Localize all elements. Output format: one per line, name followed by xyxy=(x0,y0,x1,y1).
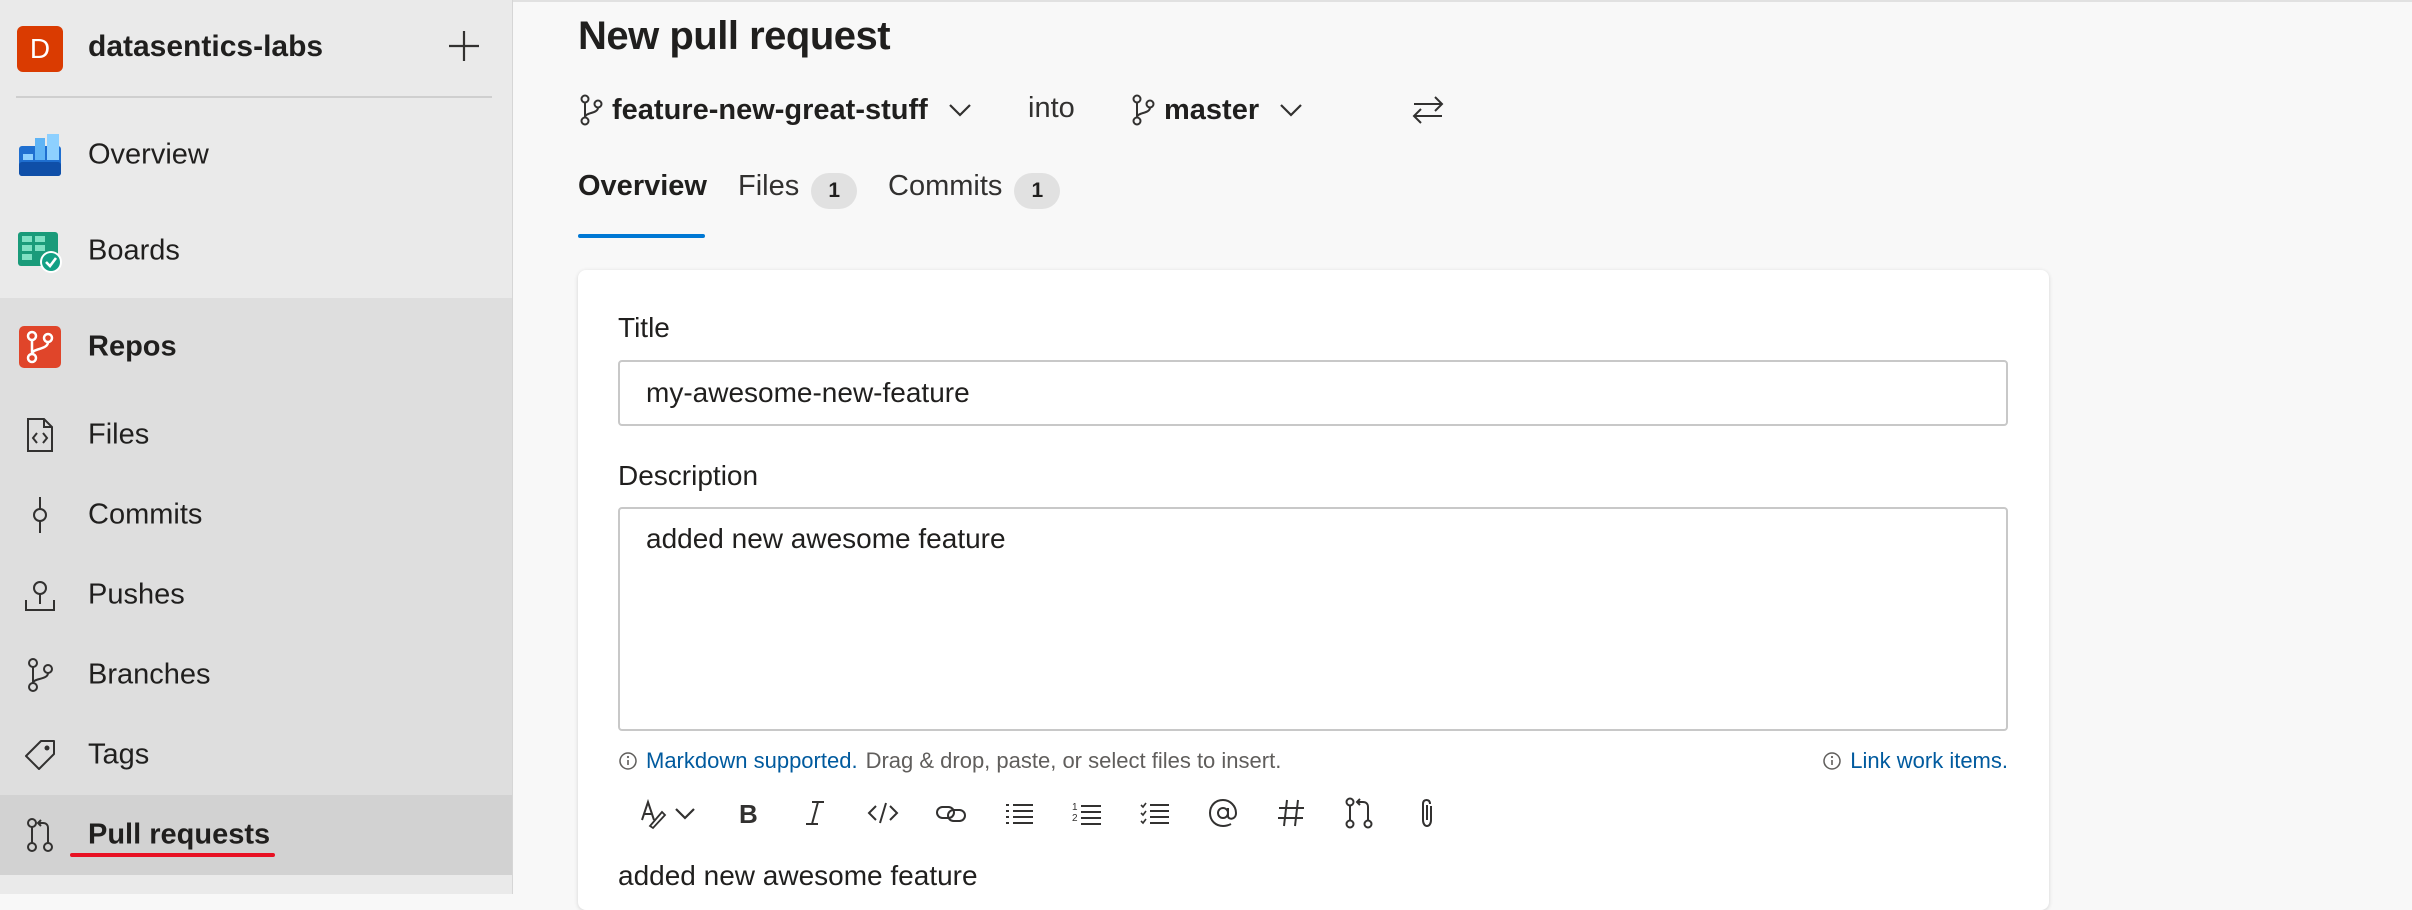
info-icon xyxy=(1823,752,1842,770)
svg-text:B: B xyxy=(739,799,758,829)
page-title: New pull request xyxy=(578,14,891,58)
info-icon xyxy=(619,752,637,770)
target-branch-dropdown[interactable]: master xyxy=(1130,90,1305,130)
tab-commits[interactable]: Commits 1 xyxy=(888,170,1061,238)
title-label: Title xyxy=(618,312,670,343)
link-work-items-link[interactable]: Link work items. xyxy=(1850,748,2008,774)
nav-label: Boards xyxy=(88,234,180,267)
nav-item-tags[interactable]: Tags xyxy=(0,715,512,795)
branch-selector-row: feature-new-great-stuff into master xyxy=(578,90,1478,130)
nav-item-branches[interactable]: Branches xyxy=(0,635,512,715)
source-branch-name: feature-new-great-stuff xyxy=(612,93,928,126)
branch-icon xyxy=(1132,94,1155,126)
chevron-down-icon xyxy=(949,104,971,117)
tab-label: Files xyxy=(738,170,800,202)
into-label: into xyxy=(1028,92,1075,124)
nav-item-repos[interactable]: Repos xyxy=(0,307,512,387)
bold-icon[interactable]: B xyxy=(722,788,772,838)
selected-indicator xyxy=(70,853,275,857)
svg-text:1: 1 xyxy=(1072,802,1078,813)
boards-icon xyxy=(17,228,63,274)
organization-header: D datasentics-labs xyxy=(0,0,512,96)
nav-label: Overview xyxy=(88,138,209,171)
nav-label: Repos xyxy=(88,330,177,363)
tag-icon xyxy=(17,732,63,778)
description-label: Description xyxy=(618,460,759,491)
pull-request-form: Title Description added new awesome feat… xyxy=(578,270,2049,910)
active-tab-indicator xyxy=(578,234,705,238)
tab-label: Commits xyxy=(888,170,1003,202)
nav-item-pushes[interactable]: Pushes xyxy=(0,555,512,635)
nav-label: Commits xyxy=(88,498,203,531)
attachment-icon[interactable] xyxy=(1402,788,1452,838)
nav-item-overview[interactable]: Overview xyxy=(0,115,512,195)
nav-item-boards[interactable]: Boards xyxy=(0,211,512,291)
tab-label: Overview xyxy=(578,170,707,202)
commit-icon xyxy=(17,492,63,538)
nav-label: Branches xyxy=(88,658,211,691)
mention-icon[interactable] xyxy=(1198,788,1248,838)
formatting-toolbar: B 12 xyxy=(618,788,1518,838)
pull-request-icon[interactable] xyxy=(1334,788,1384,838)
description-textarea[interactable]: added new awesome feature xyxy=(618,507,2008,731)
nav-label: Pull requests xyxy=(88,818,271,851)
new-item-plus-icon[interactable] xyxy=(446,28,482,64)
overview-icon xyxy=(17,132,63,178)
hashtag-icon[interactable] xyxy=(1266,788,1316,838)
markdown-supported-link[interactable]: Markdown supported. xyxy=(646,748,858,774)
bulleted-list-icon[interactable] xyxy=(994,788,1044,838)
push-icon xyxy=(17,572,63,618)
checklist-icon[interactable] xyxy=(1130,788,1180,838)
description-preview: added new awesome feature xyxy=(618,860,978,891)
branch-icon xyxy=(580,94,603,126)
title-input[interactable] xyxy=(618,360,2008,426)
file-code-icon xyxy=(17,412,63,458)
swap-branches-icon[interactable] xyxy=(1410,94,1446,126)
count-badge: 1 xyxy=(811,173,858,209)
numbered-list-icon[interactable]: 12 xyxy=(1062,788,1112,838)
drag-drop-hint: Drag & drop, paste, or select files to i… xyxy=(865,748,1282,773)
chevron-down-icon[interactable] xyxy=(660,788,710,838)
source-branch-dropdown[interactable]: feature-new-great-stuff xyxy=(578,90,974,130)
nav-label: Pushes xyxy=(88,578,185,611)
branch-icon xyxy=(17,652,63,698)
target-branch-name: master xyxy=(1164,93,1260,126)
editor-hint-row: Markdown supported. Drag & drop, paste, … xyxy=(618,748,2008,778)
tab-overview[interactable]: Overview xyxy=(578,170,707,238)
nav-label: Tags xyxy=(88,738,150,771)
divider xyxy=(513,0,2412,2)
divider xyxy=(16,96,492,98)
link-icon[interactable] xyxy=(926,788,976,838)
chevron-down-icon xyxy=(1280,104,1302,117)
left-navigation: D datasentics-labs Overview Boards Repos… xyxy=(0,0,513,894)
main-content: New pull request feature-new-great-stuff… xyxy=(513,0,2412,910)
svg-text:2: 2 xyxy=(1072,813,1078,824)
repos-icon xyxy=(17,324,63,370)
pull-request-icon xyxy=(17,812,63,858)
project-name[interactable]: datasentics-labs xyxy=(88,30,323,64)
nav-item-files[interactable]: Files xyxy=(0,395,512,475)
nav-label: Files xyxy=(88,418,150,451)
nav-item-commits[interactable]: Commits xyxy=(0,475,512,555)
project-avatar[interactable]: D xyxy=(17,26,63,72)
tab-files[interactable]: Files 1 xyxy=(738,170,858,238)
code-icon[interactable] xyxy=(858,788,908,838)
count-badge: 1 xyxy=(1014,173,1061,209)
tab-bar: Overview Files 1 Commits 1 xyxy=(578,170,1178,240)
italic-icon[interactable] xyxy=(790,788,840,838)
nav-item-pull-requests[interactable]: Pull requests xyxy=(0,795,512,875)
